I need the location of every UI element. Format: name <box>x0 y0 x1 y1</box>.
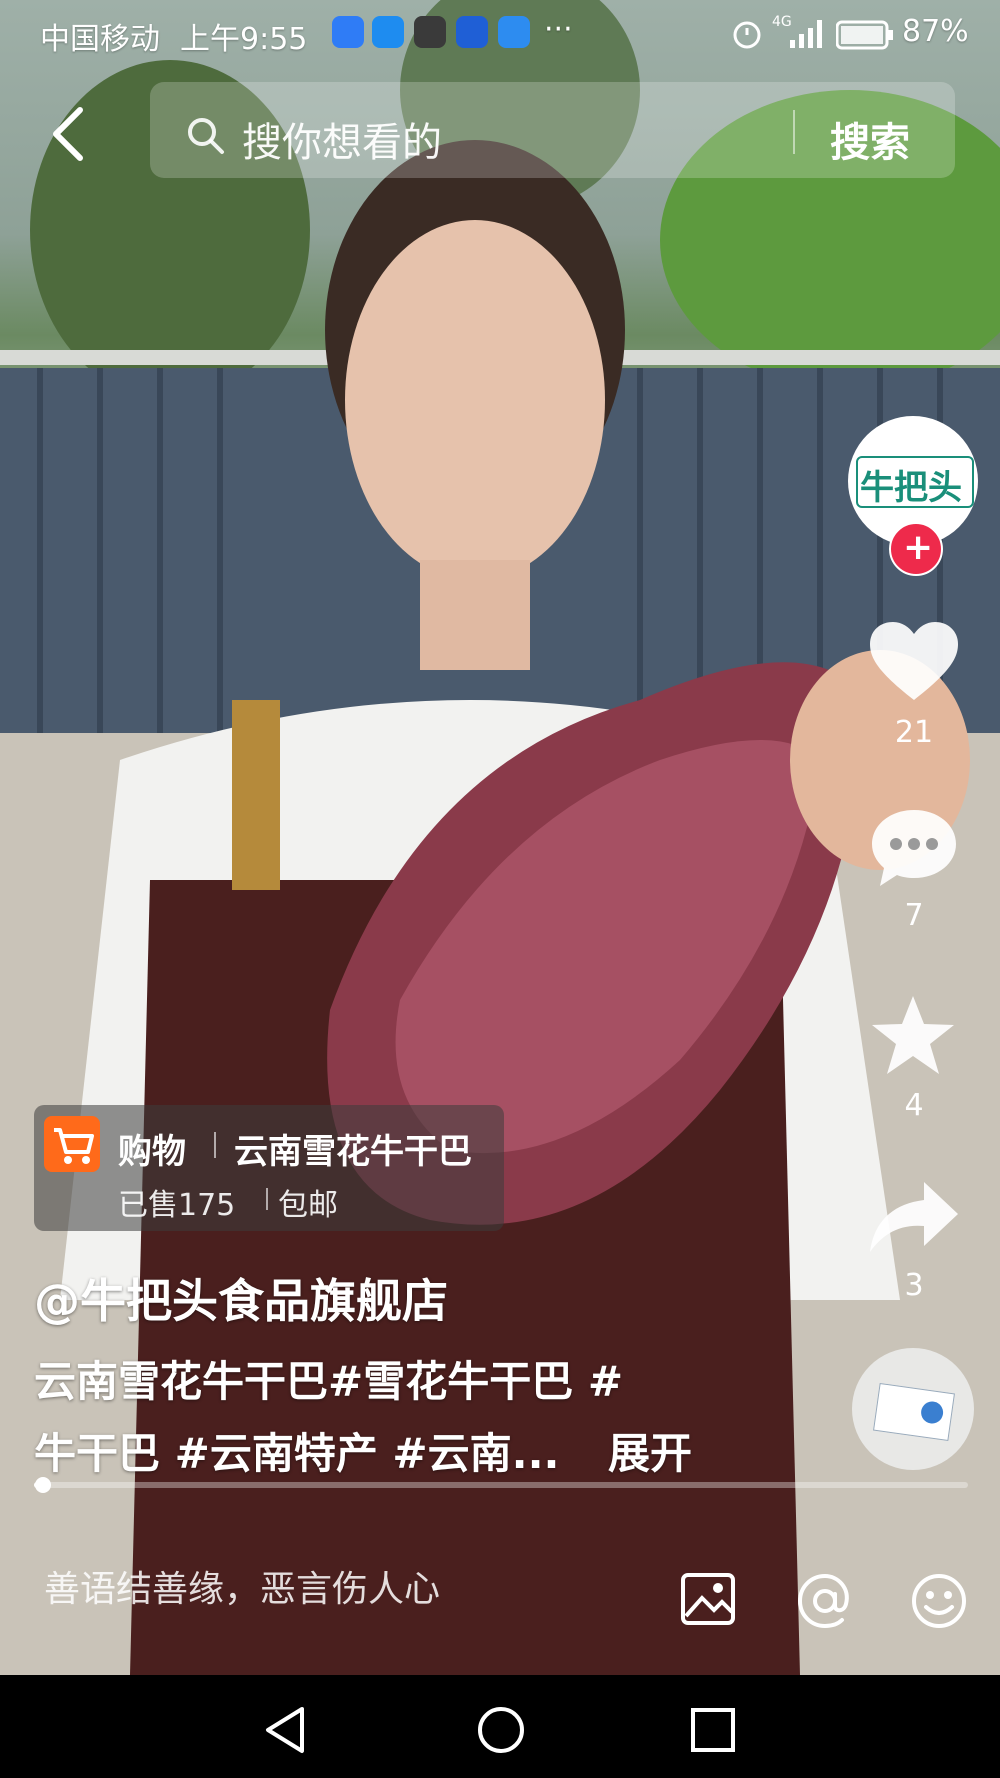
image-picker-icon[interactable] <box>680 1572 736 1626</box>
search-divider <box>793 110 795 154</box>
shipping-label: 包邮 <box>278 1188 338 1223</box>
browser-app-icon <box>332 16 364 48</box>
caption-expand-link[interactable]: 展开 <box>608 1420 692 1481</box>
nav-home-icon[interactable] <box>476 1705 526 1755</box>
cart-icon <box>44 1116 100 1172</box>
nav-recents-icon[interactable] <box>690 1707 736 1753</box>
caption-line-1: 云南雪花牛干巴#雪花牛干巴 # <box>34 1357 624 1406</box>
battery-icon <box>836 20 893 50</box>
signal-icon <box>790 20 822 48</box>
network-type: 4G <box>772 14 792 30</box>
sold-divider <box>266 1188 268 1210</box>
like-heart-icon[interactable] <box>868 620 960 704</box>
weather-app-icon <box>498 16 530 48</box>
carrier-label: 中国移动 <box>40 22 160 57</box>
search-button[interactable]: 搜索 <box>830 110 910 168</box>
favorite-count: 4 <box>904 1088 924 1123</box>
follow-button[interactable]: + <box>889 522 943 576</box>
avatar-logo-text: 牛把头 <box>860 468 962 508</box>
comment-count: 7 <box>904 898 924 933</box>
shop-divider <box>214 1132 216 1158</box>
author-username[interactable]: @牛把头食品旗舰店 <box>34 1265 448 1331</box>
sold-count: 已售175 <box>118 1188 236 1223</box>
caption-line-2: 牛干巴 #云南特产 #云南... <box>34 1429 560 1478</box>
clock: 上午9:55 <box>180 22 308 57</box>
system-navigation-bar <box>0 1675 1000 1778</box>
more-notifications-icon: ··· <box>544 12 573 47</box>
hand-app-icon <box>414 16 446 48</box>
music-disc[interactable] <box>852 1348 974 1470</box>
status-bar: 中国移动 上午9:55 ··· 4G 87% <box>0 0 1000 70</box>
shop-tag: 购物 <box>118 1132 186 1172</box>
like-count: 21 <box>894 715 934 750</box>
bulb-app-icon <box>456 16 488 48</box>
nav-back-icon[interactable] <box>262 1705 308 1755</box>
alarm-icon <box>733 21 761 49</box>
comment-input[interactable]: 善语结善缘，恶言伤人心 <box>44 1560 440 1612</box>
search-input[interactable]: 搜你想看的 <box>242 110 442 168</box>
share-count: 3 <box>904 1268 924 1303</box>
music-cover-icon <box>873 1382 955 1442</box>
plus-icon: + <box>903 527 934 568</box>
comment-icon[interactable] <box>870 808 958 890</box>
battery-percent: 87% <box>902 14 969 49</box>
back-arrow-icon[interactable] <box>48 106 88 162</box>
search-app-icon <box>372 16 404 48</box>
video-progress-bar[interactable] <box>34 1482 968 1488</box>
search-icon <box>188 118 224 154</box>
share-arrow-icon[interactable] <box>868 1180 960 1256</box>
favorite-star-icon[interactable] <box>870 994 956 1078</box>
mention-at-icon[interactable] <box>796 1572 854 1630</box>
emoji-icon[interactable] <box>910 1572 968 1630</box>
product-name: 云南雪花牛干巴 <box>234 1132 472 1172</box>
